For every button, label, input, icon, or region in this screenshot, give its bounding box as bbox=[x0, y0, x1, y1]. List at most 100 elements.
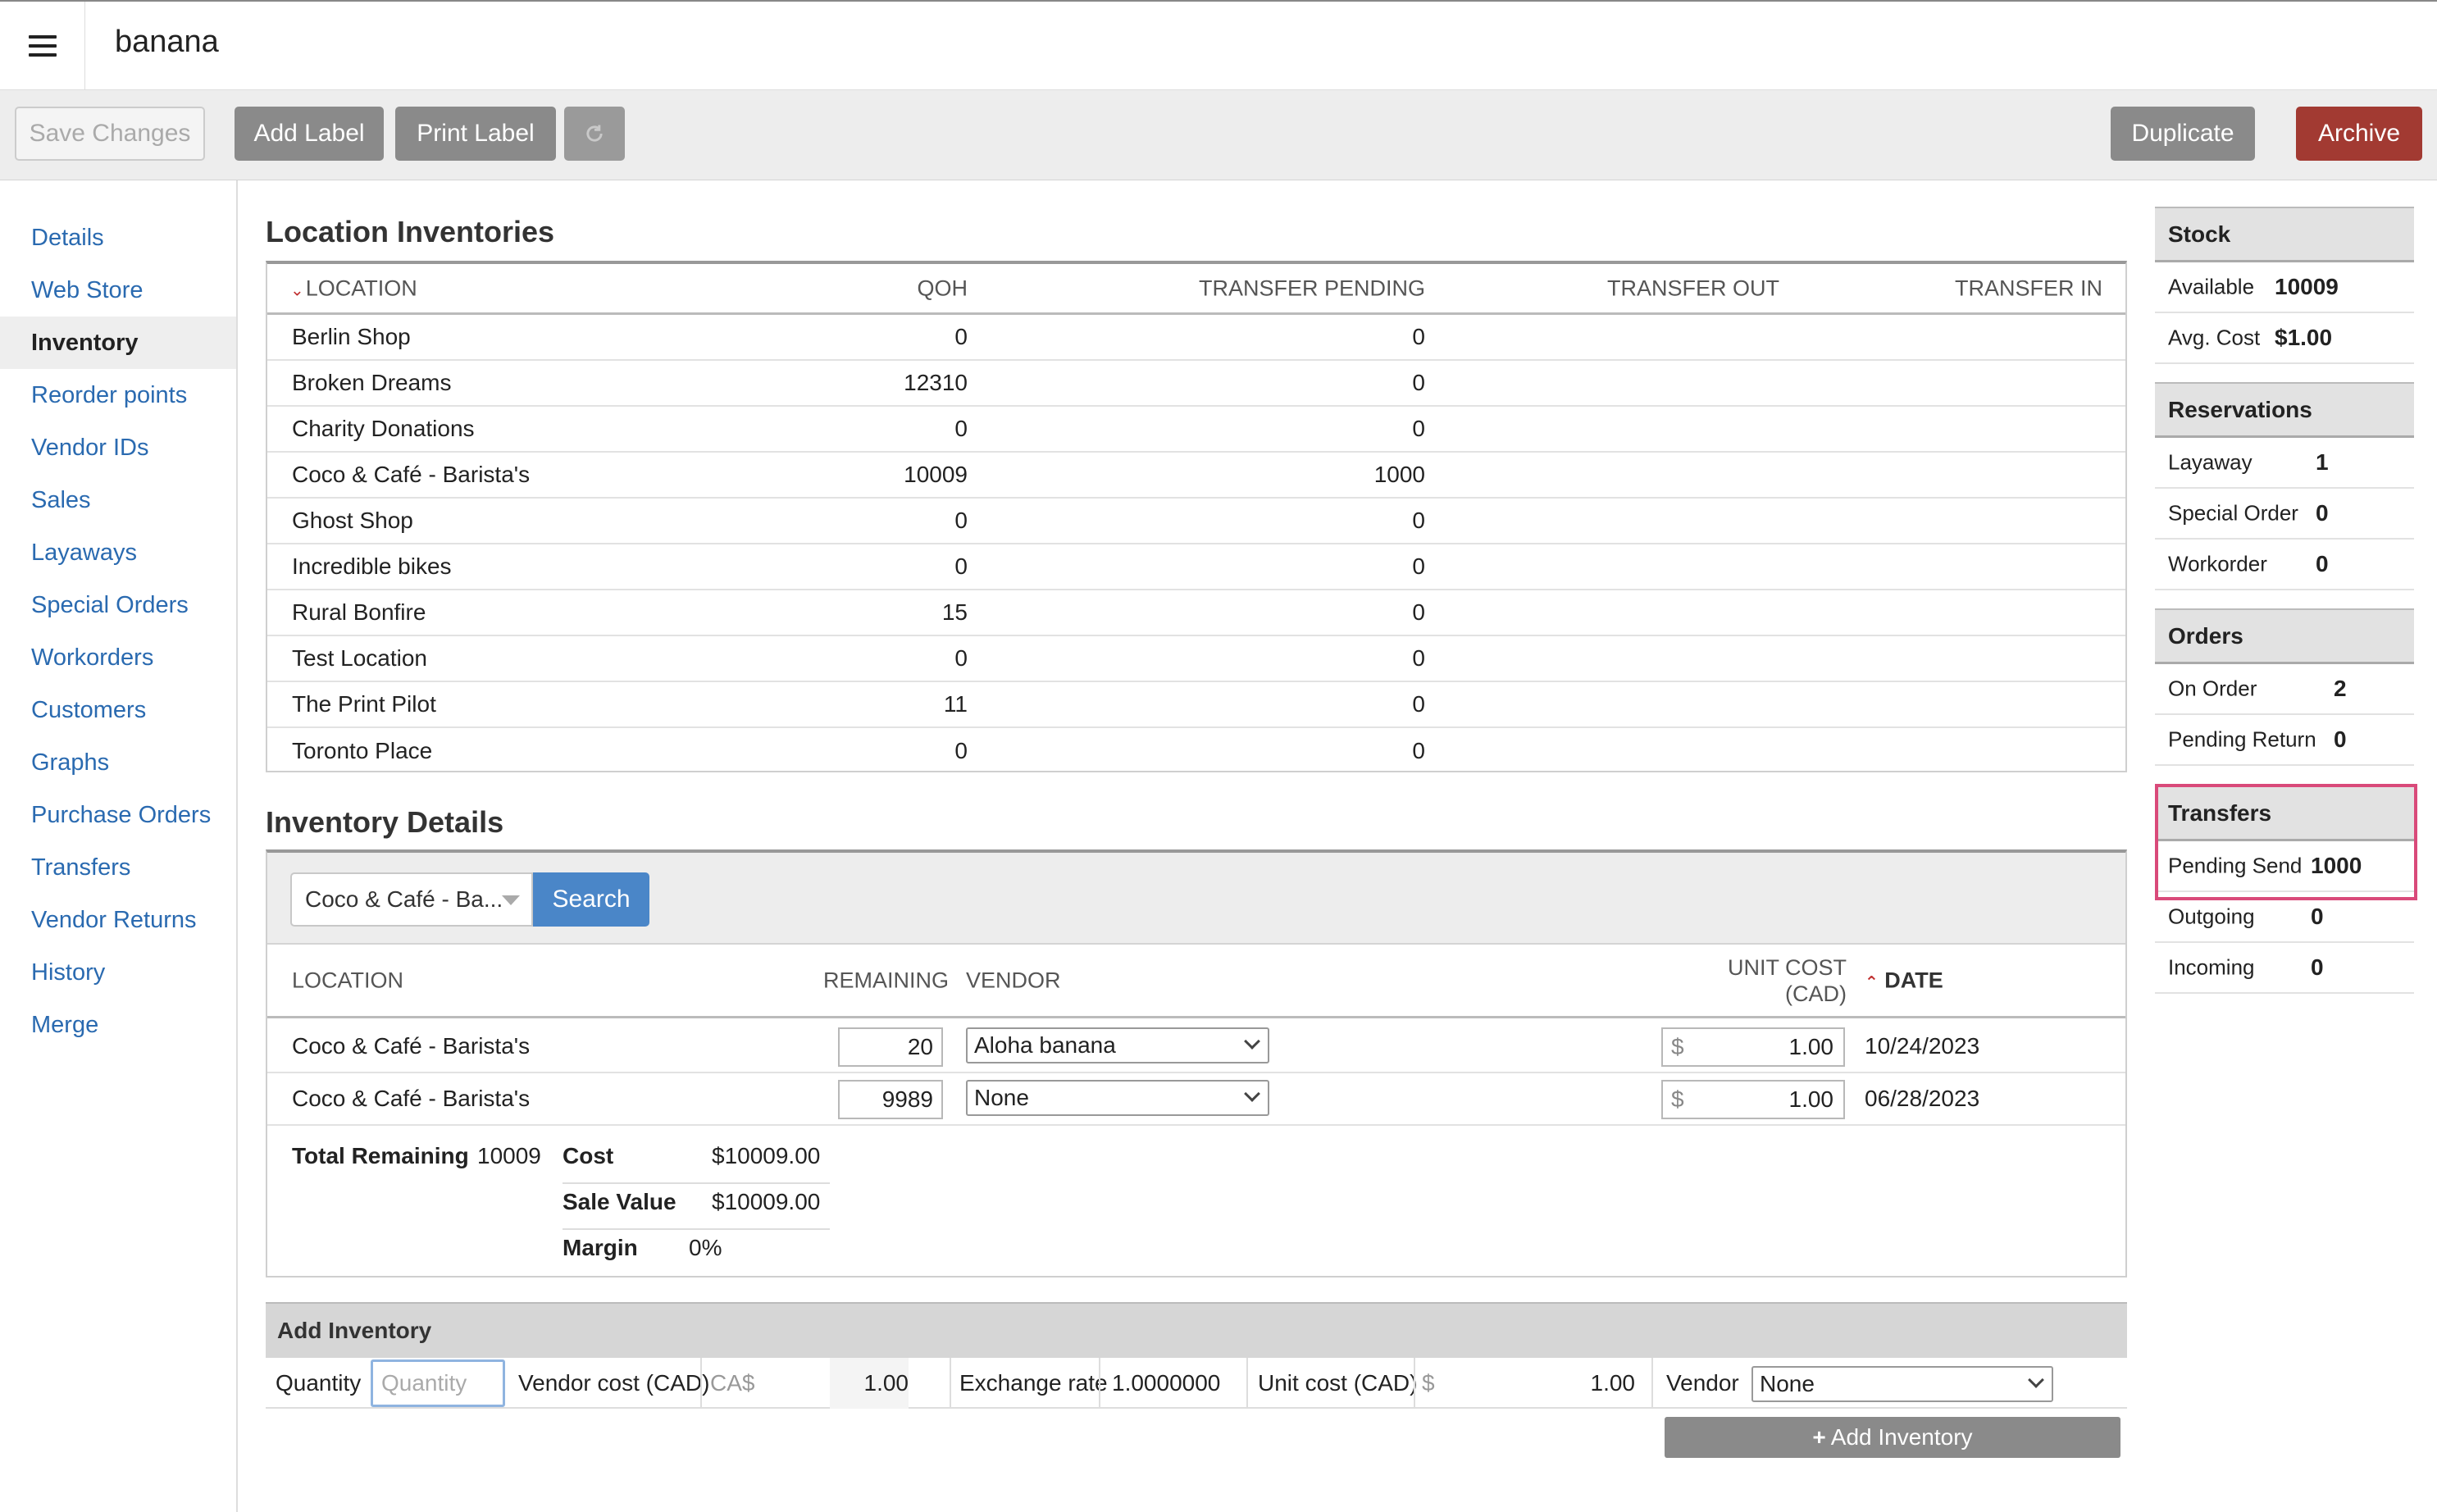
hamburger-menu-icon[interactable] bbox=[0, 2, 85, 90]
sidebar-item-sales[interactable]: Sales bbox=[0, 474, 236, 526]
search-button[interactable]: Search bbox=[533, 872, 649, 927]
vendor-select[interactable]: None bbox=[1751, 1366, 2053, 1402]
quantity-input[interactable]: Quantity bbox=[371, 1359, 505, 1407]
table-row: Rural Bonfire 15 0 bbox=[267, 590, 2125, 636]
sidebar-item-customers[interactable]: Customers bbox=[0, 684, 236, 736]
sidebar: Details Web Store Inventory Reorder points V… bbox=[0, 180, 238, 1512]
date-cell: 06/28/2023 bbox=[1865, 1086, 1980, 1111]
location-inventories-title: Location Inventories bbox=[266, 215, 555, 248]
orders-panel: Orders On Order 2 Pending Return 0 bbox=[2155, 608, 2414, 766]
avg-cost-label: Avg. Cost bbox=[2168, 325, 2261, 350]
table-row: Charity Donations 0 0 bbox=[267, 407, 2125, 453]
column-header-vendor[interactable]: VENDOR bbox=[966, 968, 1061, 993]
qoh-cell: 0 bbox=[954, 738, 968, 763]
transfer-pending-cell: 0 bbox=[1412, 691, 1425, 717]
location-select[interactable]: Coco & Café - Ba... bbox=[290, 872, 533, 927]
column-header-qoh[interactable]: QOH bbox=[917, 276, 968, 301]
workorder-label: Workorder bbox=[2168, 551, 2267, 576]
pending-send-value: 1000 bbox=[2311, 853, 2362, 878]
location-cell: Toronto Place bbox=[292, 738, 433, 763]
vendor-cost-input[interactable]: 1.00 bbox=[830, 1358, 909, 1409]
table-row: Test Location 0 0 bbox=[267, 636, 2125, 682]
add-inventory-row: Quantity Quantity Vendor cost (CAD) CA$ … bbox=[266, 1358, 2127, 1409]
sidebar-item-vendor-ids[interactable]: Vendor IDs bbox=[0, 421, 236, 474]
sidebar-item-details[interactable]: Details bbox=[0, 212, 236, 264]
sidebar-item-workorders[interactable]: Workorders bbox=[0, 631, 236, 684]
vendor-cost-prefix: CA$ bbox=[710, 1370, 755, 1396]
sidebar-item-layaways[interactable]: Layaways bbox=[0, 526, 236, 579]
location-cell: Charity Donations bbox=[292, 416, 475, 441]
table-row: Broken Dreams 12310 0 bbox=[267, 361, 2125, 407]
sidebar-item-vendor-returns[interactable]: Vendor Returns bbox=[0, 894, 236, 946]
sale-value-label: Sale Value bbox=[563, 1189, 676, 1214]
location-cell: Coco & Café - Barista's bbox=[292, 1086, 531, 1111]
column-header-unit-cost[interactable]: UNIT COST (CAD) bbox=[1728, 954, 1847, 1007]
add-inventory-title: Add Inventory bbox=[266, 1302, 2127, 1358]
dropdown-caret-icon bbox=[502, 895, 520, 905]
location-cell: Test Location bbox=[292, 645, 427, 671]
remaining-input[interactable]: 9989 bbox=[838, 1080, 943, 1119]
add-inventory-button[interactable]: + Add Inventory bbox=[1665, 1417, 2120, 1458]
sidebar-item-reorder-points[interactable]: Reorder points bbox=[0, 369, 236, 421]
qoh-cell: 0 bbox=[954, 553, 968, 579]
top-bar: banana bbox=[0, 0, 2437, 90]
unit-cost-input[interactable]: 1.00 bbox=[1537, 1358, 1636, 1409]
column-header-transfer-in[interactable]: TRANSFER IN bbox=[1955, 276, 2102, 301]
vendor-cost-label: Vendor cost (CAD) bbox=[518, 1370, 710, 1396]
vendor-label: Vendor bbox=[1666, 1370, 1739, 1396]
vendor-select[interactable]: Aloha banana bbox=[966, 1027, 1269, 1063]
exchange-rate-input[interactable]: 1.0000000 bbox=[1112, 1358, 1220, 1409]
column-header-date[interactable]: ⌃ DATE bbox=[1865, 968, 1943, 993]
table-row: Ghost Shop 0 0 bbox=[267, 499, 2125, 544]
column-header-location[interactable]: ⌄LOCATION bbox=[290, 276, 417, 301]
transfer-pending-cell: 0 bbox=[1412, 324, 1425, 349]
vendor-select[interactable]: None bbox=[966, 1080, 1269, 1116]
workorder-value: 0 bbox=[2316, 551, 2329, 576]
unit-cost-input[interactable]: $1.00 bbox=[1661, 1027, 1845, 1067]
stock-title: Stock bbox=[2155, 207, 2414, 262]
qoh-cell: 11 bbox=[943, 691, 968, 717]
stock-panel: Stock Available 10009 Avg. Cost $1.00 bbox=[2155, 207, 2414, 364]
sidebar-item-web-store[interactable]: Web Store bbox=[0, 264, 236, 317]
pending-send-label: Pending Send bbox=[2168, 853, 2303, 878]
duplicate-button[interactable]: Duplicate bbox=[2111, 107, 2255, 161]
unit-cost-input[interactable]: $1.00 bbox=[1661, 1080, 1845, 1119]
qoh-cell: 10009 bbox=[904, 462, 968, 487]
archive-button[interactable]: Archive bbox=[2296, 107, 2422, 161]
pending-return-label: Pending Return bbox=[2168, 726, 2316, 752]
column-header-remaining[interactable]: REMAINING bbox=[823, 968, 949, 993]
sidebar-item-transfers[interactable]: Transfers bbox=[0, 841, 236, 894]
column-header-transfer-pending[interactable]: TRANSFER PENDING bbox=[1199, 276, 1425, 301]
available-label: Available bbox=[2168, 274, 2255, 299]
qoh-cell: 0 bbox=[954, 508, 968, 533]
sidebar-item-purchase-orders[interactable]: Purchase Orders bbox=[0, 789, 236, 841]
table-row: Coco & Café - Barista's 20 Aloha banana $1.… bbox=[267, 1021, 2125, 1073]
refresh-button[interactable] bbox=[564, 107, 625, 161]
transfers-panel: Transfers Pending Send 1000 Outgoing 0 Inc… bbox=[2155, 786, 2414, 994]
column-header-transfer-out[interactable]: TRANSFER OUT bbox=[1607, 276, 1779, 301]
chevron-down-icon bbox=[2028, 1372, 2044, 1388]
inventory-details-table: Coco & Café - Ba... Search LOCATION REMA… bbox=[266, 849, 2127, 1277]
add-inventory-button-label: Add Inventory bbox=[1830, 1424, 1973, 1450]
toolbar: Save Changes Add Label Print Label Dupli… bbox=[0, 90, 2437, 180]
incoming-label: Incoming bbox=[2168, 954, 2255, 980]
print-label-button[interactable]: Print Label bbox=[395, 107, 556, 161]
sidebar-item-special-orders[interactable]: Special Orders bbox=[0, 579, 236, 631]
add-label-button[interactable]: Add Label bbox=[235, 107, 384, 161]
transfer-pending-cell: 0 bbox=[1412, 553, 1425, 579]
sidebar-item-history[interactable]: History bbox=[0, 946, 236, 999]
qoh-cell: 0 bbox=[954, 416, 968, 441]
remaining-input[interactable]: 20 bbox=[838, 1027, 943, 1067]
transfer-pending-cell: 0 bbox=[1412, 738, 1425, 763]
transfer-pending-cell: 0 bbox=[1412, 599, 1425, 625]
special-order-value: 0 bbox=[2316, 500, 2329, 526]
save-changes-button[interactable]: Save Changes bbox=[15, 107, 205, 161]
totals-section: Total Remaining 10009 Cost $10009.00 Sal… bbox=[267, 1123, 2125, 1277]
sidebar-item-merge[interactable]: Merge bbox=[0, 999, 236, 1051]
sidebar-item-inventory[interactable]: Inventory bbox=[0, 317, 236, 369]
incoming-value: 0 bbox=[2311, 954, 2324, 980]
table-row: Coco & Café - Barista's 10009 1000 bbox=[267, 453, 2125, 499]
column-header-location[interactable]: LOCATION bbox=[292, 968, 403, 993]
sidebar-item-graphs[interactable]: Graphs bbox=[0, 736, 236, 789]
cost-label: Cost bbox=[563, 1143, 614, 1168]
